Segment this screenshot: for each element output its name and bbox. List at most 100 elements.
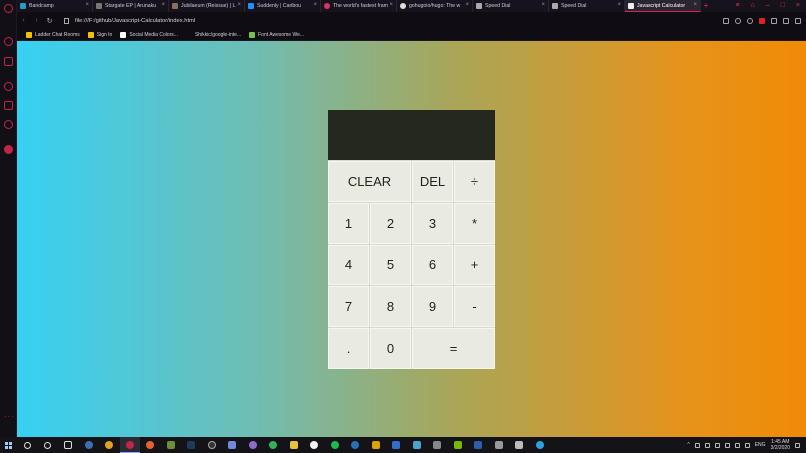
chrome-icon[interactable] [99,437,120,453]
minimize-icon[interactable]: – [766,0,770,12]
search-icon[interactable] [17,437,38,453]
bookmark-sign-in[interactable]: Sign In [87,31,112,38]
file-explorer-icon[interactable] [284,437,305,453]
opera-icon[interactable] [119,437,140,453]
close-tab-icon[interactable]: × [541,2,545,8]
network-icon[interactable] [724,442,730,448]
shield-icon[interactable] [771,17,777,24]
back-icon[interactable]: ‹ [17,17,30,24]
easy-setup-icon[interactable]: ⌂ [751,0,755,12]
nvidia-icon[interactable] [448,437,469,453]
tab-bandcamp[interactable]: Bandcamp × [17,0,93,12]
discord-icon[interactable] [222,437,243,453]
close-tab-icon[interactable]: × [313,2,317,8]
digit-1-button[interactable]: 1 [328,202,369,244]
plus-button[interactable]: + [454,244,495,286]
tab-javascript-calculator[interactable]: Javascript Calculator × [625,0,701,12]
close-tab-icon[interactable]: × [237,2,241,8]
twitch-icon[interactable] [4,57,13,66]
task-view-icon[interactable] [58,437,79,453]
clear-button[interactable]: CLEAR [328,161,411,202]
telegram-icon[interactable] [530,437,551,453]
digit-0-button[interactable]: 0 [370,328,411,369]
wordpress-icon[interactable] [345,437,366,453]
divide-button[interactable]: ÷ [454,161,495,202]
close-tab-icon[interactable]: × [161,2,165,8]
minus-button[interactable]: - [454,286,495,328]
tab-menu-icon[interactable]: ≡ [735,0,739,12]
vscode-icon[interactable] [243,437,264,453]
digit-2-button[interactable]: 2 [370,202,411,244]
settings-gear-icon[interactable] [4,120,13,129]
spotify-app-icon[interactable] [263,437,284,453]
more-options-icon[interactable]: ··· [4,412,15,421]
show-hidden-icons-icon[interactable]: ^ [687,442,689,448]
utility-icon[interactable] [489,437,510,453]
windows-start-icon[interactable] [0,441,17,449]
minecraft-icon[interactable] [161,437,182,453]
url-field[interactable]: file:///F:/github/Javascript-Calculator/… [64,17,195,24]
decimal-button[interactable]: . [328,328,369,369]
cortana-icon[interactable] [38,437,59,453]
history-icon[interactable] [4,82,13,91]
notifications-icon[interactable] [795,442,800,448]
multiply-button[interactable]: * [454,202,495,244]
equals-button[interactable]: = [412,328,495,369]
snapshot-icon[interactable] [723,17,729,24]
winamp-icon[interactable] [366,437,387,453]
tray-app-icon[interactable] [704,442,710,448]
reload-icon[interactable]: ↻ [43,17,56,25]
extension-badge-icon[interactable] [759,17,765,24]
wallet-icon[interactable] [747,17,753,24]
new-tab-button[interactable]: + [701,0,711,12]
spotify-icon[interactable] [325,437,346,453]
heart-icon[interactable] [735,17,741,24]
steam-icon[interactable] [79,437,100,453]
tray-app-icon[interactable] [714,442,720,448]
tab-speed-dial-2[interactable]: Speed Dial × [549,0,625,12]
tab-suddenly[interactable]: Suddenly | Caribou × [245,0,321,12]
volume-icon[interactable] [734,442,740,448]
photoshop-icon[interactable] [181,437,202,453]
game-icon[interactable] [427,437,448,453]
firefox-icon[interactable] [140,437,161,453]
digit-5-button[interactable]: 5 [370,244,411,286]
tab-speed-dial-1[interactable]: Speed Dial × [473,0,549,12]
close-tab-icon[interactable]: × [85,2,89,8]
clock[interactable]: 1:45 AM 3/2/2020 [771,439,790,451]
tab-jubilaeum[interactable]: Jubilaeum (Reissue) | L × [169,0,245,12]
keyboard-icon[interactable] [744,442,750,448]
digit-6-button[interactable]: 6 [412,244,453,286]
close-tab-icon[interactable]: × [389,2,393,8]
tab-worlds-fastest[interactable]: The world's fastest fram × [321,0,397,12]
bookmark-ladder-chat-rooms[interactable]: Ladder Chat Rooms [26,31,80,38]
app-window-icon[interactable] [509,437,530,453]
page-info-icon[interactable] [64,17,69,24]
digit-9-button[interactable]: 9 [412,286,453,328]
download-icon[interactable] [783,17,789,24]
digit-7-button[interactable]: 7 [328,286,369,328]
xsplit-icon[interactable] [386,437,407,453]
tab-hugo[interactable]: gohugoio/hugo: The w × [397,0,473,12]
extensions-cube-icon[interactable] [4,101,13,110]
word-icon[interactable] [468,437,489,453]
delete-button[interactable]: DEL [412,161,453,202]
tab-stargate[interactable]: Stargate EP | Arunaku × [93,0,169,12]
close-tab-icon[interactable]: × [465,2,469,8]
digit-8-button[interactable]: 8 [370,286,411,328]
language-indicator[interactable]: ENG [755,442,766,448]
bookmark-font-awesome[interactable]: Font Awesome We... [249,31,304,38]
close-tab-icon[interactable]: × [693,2,697,8]
tray-app-icon[interactable] [694,442,700,448]
bookmark-shikkic-google[interactable]: Shikkic/google-inte... [185,31,241,38]
digit-3-button[interactable]: 3 [412,202,453,244]
menu-icon[interactable] [795,17,801,24]
digit-4-button[interactable]: 4 [328,244,369,286]
maximize-icon[interactable]: □ [781,0,785,12]
addon-icon[interactable] [4,145,13,154]
itunes-icon[interactable] [304,437,325,453]
opera-logo-icon[interactable] [4,4,13,13]
forward-icon[interactable]: › [30,17,43,24]
close-tab-icon[interactable]: × [617,2,621,8]
obs-icon[interactable] [202,437,223,453]
